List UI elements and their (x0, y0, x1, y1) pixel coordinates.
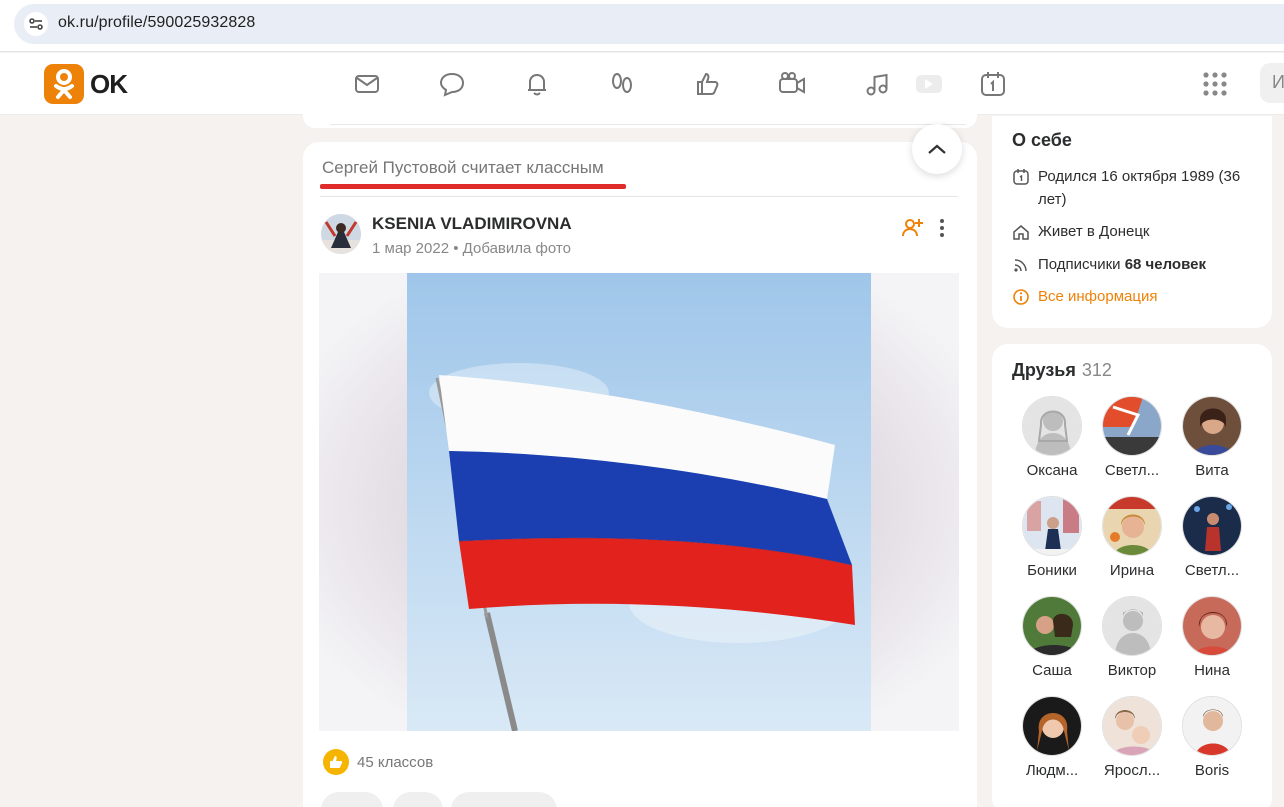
active-tab-indicator (320, 184, 626, 189)
info-icon (1013, 289, 1029, 305)
friend-item[interactable]: Саша (1012, 596, 1092, 679)
messages-icon[interactable] (352, 69, 382, 99)
likes-row[interactable]: 45 классов (323, 749, 433, 775)
friend-name: Виктор (1107, 662, 1157, 679)
site-header: OK И (0, 53, 1284, 115)
all-info-link[interactable]: Все информация (1012, 285, 1157, 308)
meta-separator: • (453, 240, 459, 257)
about-born: Родился 16 октября 1989 (36 лет) (1012, 165, 1262, 211)
friend-item[interactable]: Ирина (1092, 496, 1172, 579)
avatar (1022, 596, 1082, 656)
born-text: Родился 16 октября 1989 (36 лет) (1038, 168, 1241, 208)
calendar-icon (1013, 169, 1029, 185)
friend-name: Нина (1194, 662, 1230, 679)
avatar (1182, 396, 1242, 456)
more-options-icon[interactable] (933, 216, 951, 240)
friend-item[interactable]: Людм... (1012, 696, 1092, 779)
friend-name: Яросл... (1103, 762, 1161, 779)
avatar (1022, 696, 1082, 756)
feed-card: Сергей Пустовой считает классным KSENIA … (303, 142, 977, 807)
friend-item[interactable]: Boris (1172, 696, 1252, 779)
url-text[interactable]: ok.ru/profile/590025932828 (58, 14, 255, 32)
friend-name: Светл... (1184, 562, 1240, 579)
friend-name: Саша (1032, 662, 1072, 679)
all-info-text[interactable]: Все информация (1038, 285, 1157, 308)
apps-grid-icon[interactable] (1200, 69, 1230, 99)
friend-item[interactable]: Нина (1172, 596, 1252, 679)
logo-text: OK (90, 68, 128, 99)
about-title: О себе (1012, 130, 1072, 150)
rss-icon (1014, 259, 1027, 272)
friend-item[interactable]: Боники (1012, 496, 1092, 579)
friend-item[interactable]: Светл... (1172, 496, 1252, 579)
friend-name: Боники (1027, 562, 1077, 579)
avatar (1102, 396, 1162, 456)
about-panel: О себе Родился 16 октября 1989 (36 лет) … (992, 116, 1272, 328)
post-action: Добавила фото (462, 240, 571, 257)
friend-item[interactable]: Оксана (1012, 396, 1092, 479)
address-bar[interactable]: ok.ru/profile/590025932828 (14, 4, 1284, 44)
avatar (1022, 396, 1082, 456)
avatar (1102, 596, 1162, 656)
friend-name: Ирина (1109, 562, 1155, 579)
avatar (1022, 496, 1082, 556)
friends-header[interactable]: Друзья 312 (1012, 360, 1112, 381)
ok-logo[interactable]: OK (44, 64, 128, 104)
divider (330, 124, 966, 125)
friend-item[interactable]: Вита (1172, 396, 1252, 479)
site-settings-icon[interactable] (24, 12, 48, 36)
comment-button[interactable] (321, 792, 383, 807)
friend-item[interactable]: Светл... (1092, 396, 1172, 479)
likes-count: 45 классов (357, 753, 434, 771)
friends-panel: Друзья 312 Оксана Светл... Вита Боники Ир… (992, 344, 1272, 807)
friend-name: Оксана (1026, 462, 1078, 479)
about-lives: Живет в Донецк (1012, 220, 1150, 243)
friend-item[interactable]: Яросл... (1092, 696, 1172, 779)
search-input[interactable]: И (1260, 63, 1284, 103)
post-date[interactable]: 1 мар 2022 (372, 240, 449, 257)
friends-title: Друзья (1012, 360, 1076, 380)
home-icon (1013, 225, 1029, 240)
add-friend-icon[interactable] (900, 216, 924, 240)
friend-item[interactable]: Виктор (1092, 596, 1172, 679)
post-photo[interactable] (319, 273, 959, 731)
post-meta: 1 мар 2022 • Добавила фото (372, 240, 571, 257)
events-icon[interactable] (978, 69, 1008, 99)
subscribers-label: Подписчики (1038, 256, 1121, 273)
browser-toolbar: ok.ru/profile/590025932828 (0, 0, 1284, 52)
likes-icon[interactable] (692, 69, 722, 99)
class-button[interactable] (451, 792, 557, 807)
subscribers-value: 68 человек (1124, 256, 1206, 273)
friends-count: 312 (1081, 360, 1112, 380)
avatar (1102, 696, 1162, 756)
scroll-up-button[interactable] (912, 124, 962, 174)
post-author-name[interactable]: KSENIA VLADIMIROVNA (372, 214, 572, 234)
avatar (1102, 496, 1162, 556)
notifications-icon[interactable] (522, 69, 552, 99)
chevron-up-icon (928, 144, 946, 154)
author-avatar[interactable] (321, 214, 361, 254)
video-calls-icon[interactable] (777, 69, 807, 99)
ok-logo-icon (44, 64, 84, 104)
friend-name: Boris (1194, 762, 1230, 779)
friend-name: Светл... (1104, 462, 1160, 479)
avatar (1182, 496, 1242, 556)
guests-icon[interactable] (607, 69, 637, 99)
share-button[interactable] (393, 792, 443, 807)
discussions-icon[interactable] (437, 69, 467, 99)
avatar (1182, 696, 1242, 756)
about-subscribers[interactable]: Подписчики 68 человек (1012, 253, 1206, 276)
lives-text[interactable]: Живет в Донецк (1038, 220, 1150, 243)
friend-name: Вита (1195, 462, 1229, 479)
avatar (1182, 596, 1242, 656)
friend-name: Людм... (1025, 762, 1079, 779)
divider (320, 196, 958, 197)
like-icon[interactable] (323, 749, 349, 775)
music-icon[interactable] (862, 69, 892, 99)
previous-card-edge (303, 114, 977, 128)
video-icon[interactable] (913, 69, 943, 99)
feed-tab-label[interactable]: Сергей Пустовой считает классным (322, 158, 604, 178)
